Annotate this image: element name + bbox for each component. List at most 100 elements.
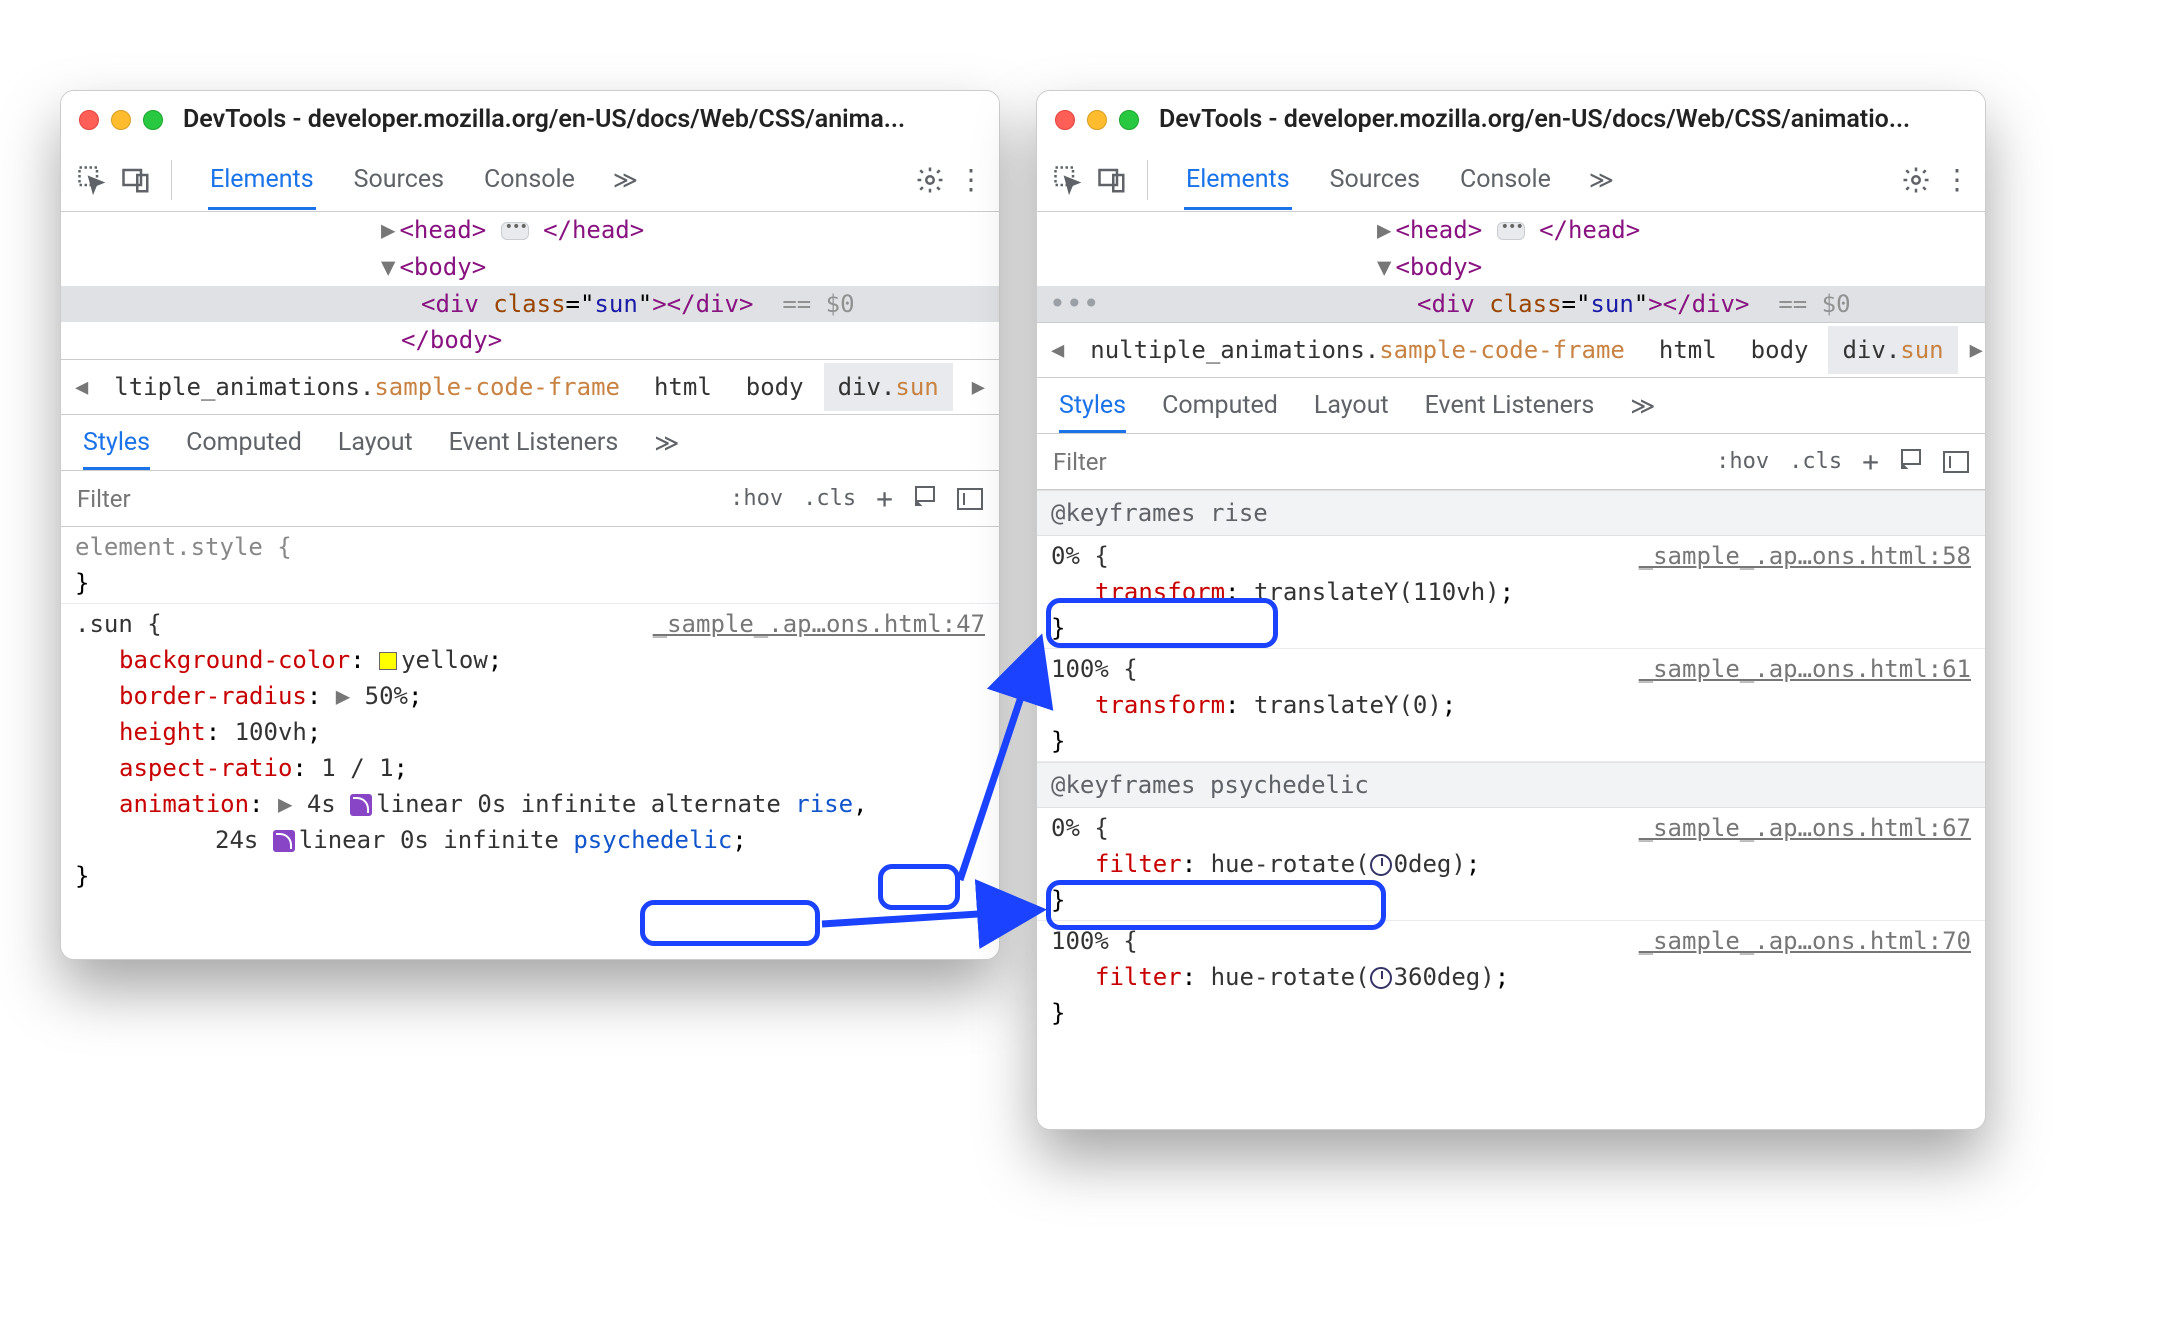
filter-input[interactable]	[1037, 448, 1716, 476]
breadcrumb-body[interactable]: body	[732, 363, 818, 411]
keyframe-rise-0[interactable]: _sample_.ap…ons.html:58 0% { transform: …	[1037, 536, 1985, 649]
breadcrumb-body[interactable]: body	[1737, 326, 1823, 374]
color-format-icon[interactable]	[1899, 447, 1923, 477]
breadcrumb: ◀ ltiple_animations.sample-code-frame ht…	[61, 359, 999, 415]
subtab-computed[interactable]: Computed	[1162, 378, 1278, 433]
subtab-event-listeners[interactable]: Event Listeners	[1425, 378, 1595, 433]
kebab-icon[interactable]: ⋮	[1943, 163, 1971, 196]
tab-console[interactable]: Console	[1458, 149, 1553, 210]
subtab-computed[interactable]: Computed	[186, 415, 302, 470]
kebab-icon[interactable]: ⋮	[957, 163, 985, 196]
filter-bar: :hov .cls +	[1037, 434, 1985, 490]
tab-sources[interactable]: Sources	[352, 149, 446, 210]
tab-elements[interactable]: Elements	[1184, 149, 1292, 210]
window-title: DevTools - developer.mozilla.org/en-US/d…	[1159, 105, 1910, 134]
breadcrumb-frame[interactable]: nultiple_animations.sample-code-frame	[1076, 326, 1639, 374]
ellipsis-icon[interactable]: •••	[1049, 284, 1100, 325]
keyframes-link-psychedelic[interactable]: psychedelic	[573, 826, 732, 854]
panel-tabs: Elements Sources Console ≫	[1184, 149, 1889, 210]
rule-sun[interactable]: _sample_.ap…ons.html:47 .sun { backgroun…	[61, 604, 999, 896]
devtools-window-right: DevTools - developer.mozilla.org/en-US/d…	[1036, 90, 1986, 1130]
keyframe-psy-100[interactable]: _sample_.ap…ons.html:70 100% { filter: h…	[1037, 921, 1985, 1033]
source-link[interactable]: _sample_.ap…ons.html:70	[1639, 923, 1971, 959]
gear-icon[interactable]	[913, 163, 947, 197]
styles-subtabs: Styles Computed Layout Event Listeners ≫	[1037, 378, 1985, 434]
breadcrumb-frame[interactable]: ltiple_animations.sample-code-frame	[100, 363, 634, 411]
tab-console[interactable]: Console	[482, 149, 577, 210]
new-rule-icon[interactable]: +	[1862, 445, 1879, 478]
computed-sidebar-icon[interactable]	[1943, 451, 1969, 473]
close-icon[interactable]	[79, 110, 99, 130]
dom-div-sun[interactable]: ••• <div class="sun"></div> == $0	[1037, 286, 1985, 323]
minimize-icon[interactable]	[1087, 110, 1107, 130]
keyframe-psy-0[interactable]: _sample_.ap…ons.html:67 0% { filter: hue…	[1037, 808, 1985, 921]
subtab-styles[interactable]: Styles	[83, 415, 150, 470]
divider	[1147, 160, 1148, 200]
close-icon[interactable]	[1055, 110, 1075, 130]
titlebar: DevTools - developer.mozilla.org/en-US/d…	[61, 91, 999, 148]
keyframe-rise-100[interactable]: _sample_.ap…ons.html:61 100% { transform…	[1037, 649, 1985, 762]
source-link[interactable]: _sample_.ap…ons.html:47	[653, 606, 985, 642]
keyframes-header-psychedelic[interactable]: @keyframes psychedelic	[1037, 762, 1985, 808]
ellipsis-icon	[1497, 222, 1525, 240]
subtab-layout[interactable]: Layout	[1314, 378, 1389, 433]
easing-icon[interactable]	[350, 794, 372, 816]
source-link[interactable]: _sample_.ap…ons.html:58	[1639, 538, 1971, 574]
dom-div-sun[interactable]: <div class="sun"></div> == $0	[61, 286, 999, 323]
breadcrumb-div-sun[interactable]: div.sun	[1828, 326, 1957, 374]
tab-sources[interactable]: Sources	[1328, 149, 1422, 210]
keyframes-link-rise[interactable]: rise	[795, 790, 853, 818]
breadcrumb-left-icon[interactable]: ◀	[69, 375, 94, 400]
device-icon[interactable]	[119, 163, 153, 197]
breadcrumb-html[interactable]: html	[640, 363, 726, 411]
more-tabs-icon[interactable]: ≫	[613, 166, 638, 194]
source-link[interactable]: _sample_.ap…ons.html:67	[1639, 810, 1971, 846]
easing-icon[interactable]	[273, 830, 295, 852]
toolbar: Elements Sources Console ≫ ⋮	[1037, 148, 1985, 212]
more-subtabs-icon[interactable]: ≫	[1630, 392, 1655, 420]
toolbar: Elements Sources Console ≫ ⋮	[61, 148, 999, 212]
angle-icon[interactable]	[1370, 967, 1392, 989]
device-icon[interactable]	[1095, 163, 1129, 197]
zoom-icon[interactable]	[143, 110, 163, 130]
angle-icon[interactable]	[1370, 854, 1392, 876]
breadcrumb-left-icon[interactable]: ◀	[1045, 338, 1070, 363]
traffic-lights	[79, 110, 163, 130]
subtab-styles[interactable]: Styles	[1059, 378, 1126, 433]
gear-icon[interactable]	[1899, 163, 1933, 197]
more-subtabs-icon[interactable]: ≫	[654, 429, 679, 457]
breadcrumb-right-icon[interactable]: ▶	[1964, 338, 1986, 363]
tab-elements[interactable]: Elements	[208, 149, 316, 210]
breadcrumb-div-sun[interactable]: div.sun	[824, 363, 953, 411]
dom-body-close[interactable]: </body>	[61, 322, 999, 359]
dom-head[interactable]: ▶<head> </head>	[61, 212, 999, 249]
subtab-layout[interactable]: Layout	[338, 415, 413, 470]
source-link[interactable]: _sample_.ap…ons.html:61	[1639, 651, 1971, 687]
inspect-icon[interactable]	[1051, 163, 1085, 197]
breadcrumb-html[interactable]: html	[1645, 326, 1731, 374]
ellipsis-icon	[501, 222, 529, 240]
color-format-icon[interactable]	[913, 484, 937, 514]
subtab-event-listeners[interactable]: Event Listeners	[449, 415, 619, 470]
zoom-icon[interactable]	[1119, 110, 1139, 130]
traffic-lights	[1055, 110, 1139, 130]
dom-body-open[interactable]: ▼<body>	[1037, 249, 1985, 286]
cls-toggle[interactable]: .cls	[1789, 449, 1842, 474]
hov-toggle[interactable]: :hov	[1716, 449, 1769, 474]
color-swatch-icon[interactable]	[379, 652, 397, 670]
dom-body-open[interactable]: ▼<body>	[61, 249, 999, 286]
rule-element-style[interactable]: element.style { }	[61, 527, 999, 604]
hov-toggle[interactable]: :hov	[730, 486, 783, 511]
computed-sidebar-icon[interactable]	[957, 488, 983, 510]
inspect-icon[interactable]	[75, 163, 109, 197]
breadcrumb-right-icon[interactable]: ▶	[966, 375, 991, 400]
keyframes-header-rise[interactable]: @keyframes rise	[1037, 490, 1985, 536]
devtools-window-left: DevTools - developer.mozilla.org/en-US/d…	[60, 90, 1000, 960]
new-rule-icon[interactable]: +	[876, 482, 893, 515]
dom-head[interactable]: ▶<head> </head>	[1037, 212, 1985, 249]
filter-input[interactable]	[61, 485, 730, 513]
minimize-icon[interactable]	[111, 110, 131, 130]
more-tabs-icon[interactable]: ≫	[1589, 166, 1614, 194]
cls-toggle[interactable]: .cls	[803, 486, 856, 511]
dom-tree: ▶<head> </head> ▼<body> <div class="sun"…	[61, 212, 999, 359]
